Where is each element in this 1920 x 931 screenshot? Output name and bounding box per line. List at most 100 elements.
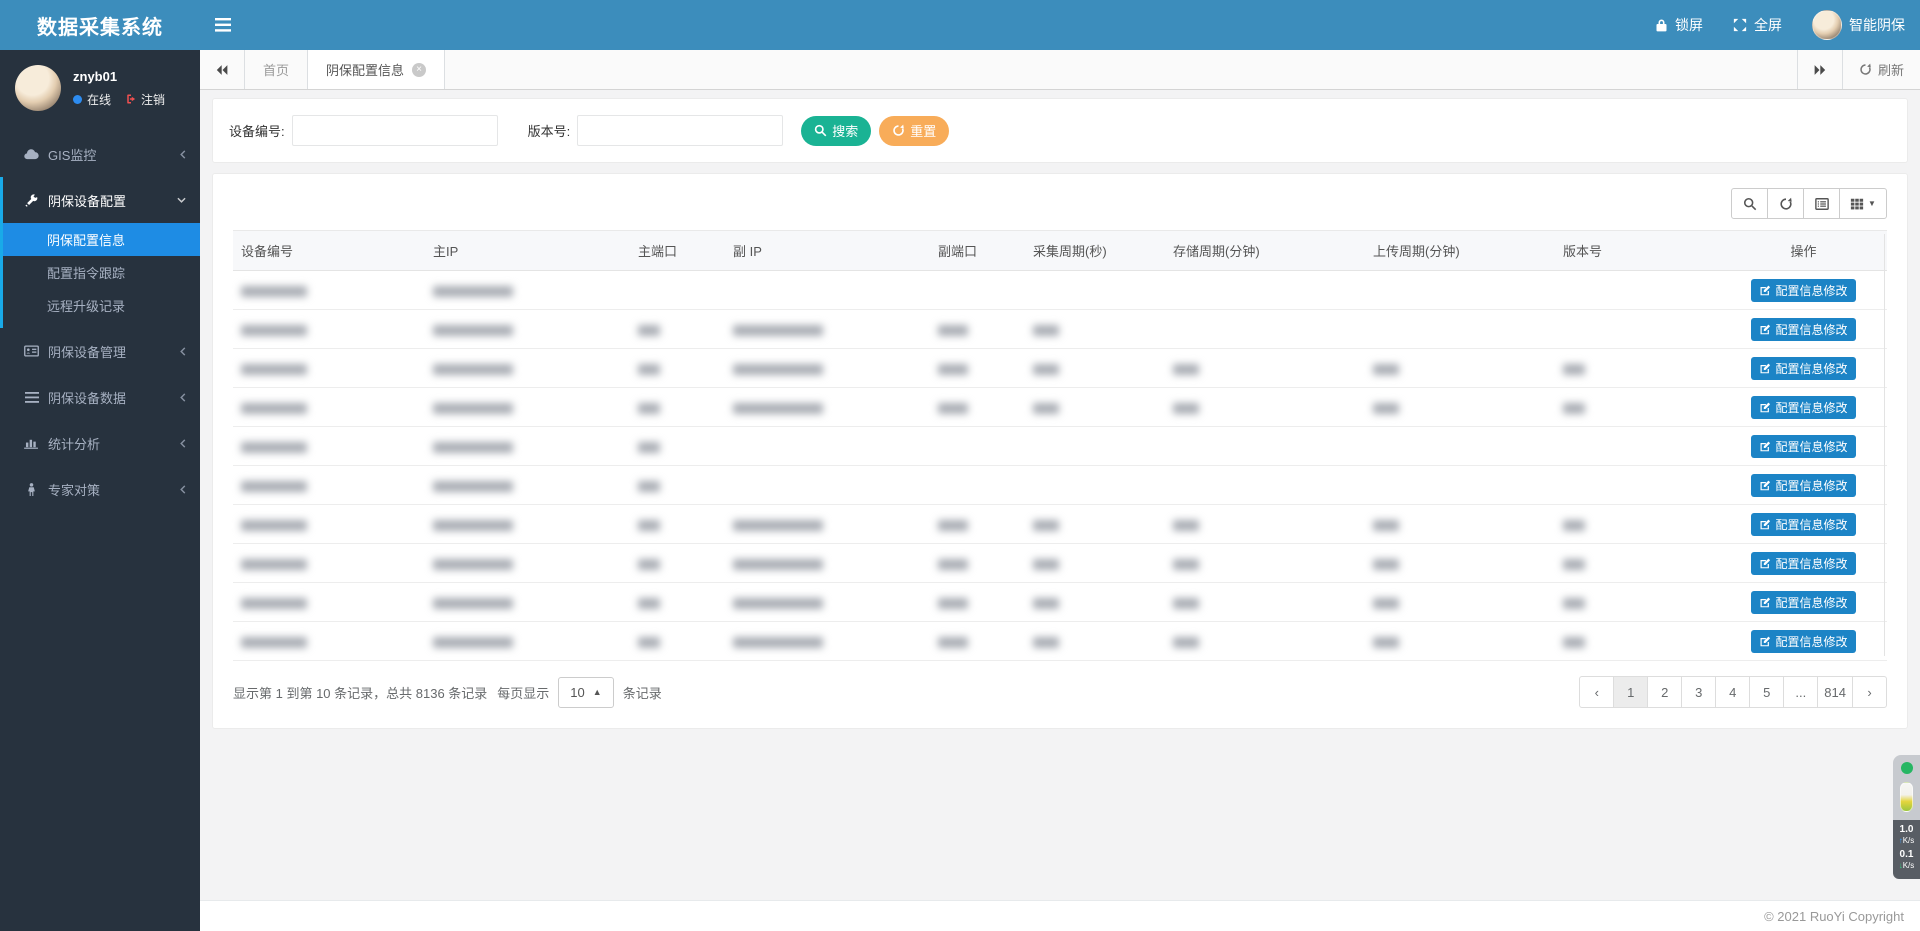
version-label: 版本号: (528, 121, 571, 140)
edit-config-button[interactable]: 配置信息修改 (1751, 279, 1855, 302)
redacted-value (1563, 403, 1585, 414)
edit-config-button[interactable]: 配置信息修改 (1751, 552, 1855, 575)
version-input[interactable] (577, 115, 783, 146)
table-cell (1365, 427, 1555, 466)
redacted-value (1373, 559, 1399, 570)
device-number-input[interactable] (292, 115, 498, 146)
redacted-value (433, 325, 513, 336)
tabs-scroll-left-button[interactable] (200, 50, 245, 89)
redacted-value (241, 403, 307, 414)
table-cell (1555, 427, 1720, 466)
next-page-button[interactable]: › (1852, 676, 1887, 708)
edit-config-button[interactable]: 配置信息修改 (1751, 435, 1855, 458)
logout-button[interactable]: 注销 (125, 91, 165, 108)
edit-icon (1759, 479, 1771, 491)
toolbar-refresh-button[interactable] (1767, 188, 1804, 219)
toolbar-search-button[interactable] (1731, 188, 1768, 219)
copyright-text: © 2021 RuoYi Copyright (1764, 909, 1904, 924)
redacted-value (638, 559, 660, 570)
table-cell (930, 622, 1025, 661)
toolbar-columns-button[interactable]: ▼ (1839, 188, 1887, 219)
sidebar-item[interactable]: 统计分析 (0, 420, 200, 466)
sidebar-item[interactable]: 专家对策 (0, 466, 200, 512)
redacted-value (1563, 598, 1585, 609)
table-row: 配置信息修改 (233, 505, 1887, 544)
refresh-tab-button[interactable]: 刷新 (1842, 50, 1920, 89)
net-speed-widget[interactable]: 1.0 ↑K/s 0.1 ↓K/s (1893, 755, 1920, 879)
sidebar-item[interactable]: 远程升级记录 (3, 289, 200, 322)
sidebar-toggle-button[interactable] (200, 0, 246, 50)
tabs-scroll-right-button[interactable] (1797, 50, 1842, 89)
table-cell (1165, 310, 1365, 349)
table-cell (1555, 583, 1720, 622)
toolbar-detail-view-button[interactable] (1803, 188, 1840, 219)
per-page-suffix: 条记录 (623, 683, 662, 702)
header-spacer (246, 0, 1640, 50)
table-cell (930, 349, 1025, 388)
table-cell (425, 349, 630, 388)
table-cell (630, 466, 725, 505)
tab[interactable]: 首页 (245, 50, 308, 89)
page-button[interactable]: 1 (1613, 676, 1648, 708)
table-cell (930, 427, 1025, 466)
table-cell (630, 427, 725, 466)
column-header: 主IP (425, 231, 630, 271)
redacted-value (938, 598, 968, 609)
redacted-value (638, 598, 660, 609)
account-menu[interactable]: 智能阴保 (1797, 0, 1920, 50)
table-cell (725, 349, 930, 388)
search-button[interactable]: 搜索 (801, 116, 871, 146)
edit-config-button[interactable]: 配置信息修改 (1751, 357, 1855, 380)
page-button[interactable]: 4 (1715, 676, 1750, 708)
action-cell: 配置信息修改 (1720, 271, 1887, 310)
sidebar-item[interactable]: 配置指令跟踪 (3, 256, 200, 289)
edit-config-button[interactable]: 配置信息修改 (1751, 513, 1855, 536)
redacted-value (938, 520, 968, 531)
tab-active[interactable]: 阴保配置信息× (308, 50, 445, 89)
table-cell (425, 466, 630, 505)
table-body: 配置信息修改配置信息修改配置信息修改配置信息修改配置信息修改配置信息修改配置信息… (233, 271, 1887, 661)
lock-screen-button[interactable]: 锁屏 (1640, 0, 1718, 50)
edit-config-button[interactable]: 配置信息修改 (1751, 318, 1855, 341)
redacted-value (1033, 598, 1059, 609)
page-button[interactable]: 2 (1647, 676, 1682, 708)
edit-config-button[interactable]: 配置信息修改 (1751, 591, 1855, 614)
edit-icon (1759, 284, 1771, 296)
close-icon[interactable]: × (412, 63, 426, 77)
redacted-value (638, 403, 660, 414)
table-cell (1365, 505, 1555, 544)
edit-config-button[interactable]: 配置信息修改 (1751, 396, 1855, 419)
table-cell (1555, 388, 1720, 427)
table-row: 配置信息修改 (233, 349, 1887, 388)
redacted-value (938, 364, 968, 375)
redacted-value (733, 325, 823, 336)
page-button[interactable]: 5 (1749, 676, 1784, 708)
redacted-value (241, 286, 307, 297)
reset-button[interactable]: 重置 (879, 116, 949, 146)
redacted-value (241, 559, 307, 570)
table-cell (1025, 544, 1165, 583)
table-cell (725, 544, 930, 583)
edit-config-button[interactable]: 配置信息修改 (1751, 474, 1855, 497)
sidebar-item[interactable]: 阴保设备管理 (0, 328, 200, 374)
per-page-select[interactable]: 10 ▲ (558, 677, 613, 708)
page-button[interactable]: 3 (1681, 676, 1716, 708)
page-button[interactable]: 814 (1817, 676, 1853, 708)
table-cell (930, 271, 1025, 310)
caret-up-icon: ▲ (593, 687, 602, 697)
edit-icon (1759, 518, 1771, 530)
fullscreen-button[interactable]: 全屏 (1718, 0, 1797, 50)
prev-page-button[interactable]: ‹ (1579, 676, 1614, 708)
sidebar-item[interactable]: 阴保设备配置 (3, 177, 200, 223)
chevron-left-icon (180, 150, 186, 159)
redacted-value (1173, 598, 1199, 609)
redacted-value (433, 559, 513, 570)
table-cell (233, 427, 425, 466)
redacted-value (638, 637, 660, 648)
edit-config-button[interactable]: 配置信息修改 (1751, 630, 1855, 653)
redacted-value (1033, 403, 1059, 414)
sidebar-item[interactable]: GIS监控 (0, 131, 200, 177)
sidebar-item-active[interactable]: 阴保配置信息 (3, 223, 200, 256)
sidebar-item[interactable]: 阴保设备数据 (0, 374, 200, 420)
redacted-value (1373, 520, 1399, 531)
